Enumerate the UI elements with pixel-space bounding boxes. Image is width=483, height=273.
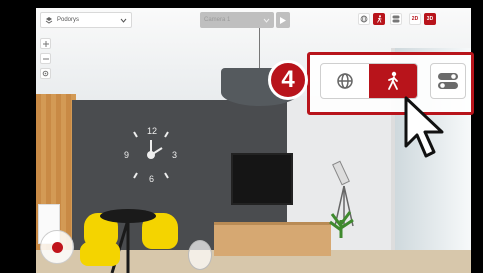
recenter-button[interactable] [40, 68, 51, 79]
chevron-down-icon [263, 18, 270, 23]
view-2d-button[interactable]: 2D [409, 13, 421, 25]
yellow-chair [80, 240, 120, 266]
camera-select-label: Camera 1 [204, 17, 231, 23]
wall-clock: 12 3 6 9 [124, 126, 177, 184]
svg-text:9: 9 [124, 150, 129, 160]
toggle-icon [392, 15, 400, 23]
play-icon [280, 16, 286, 24]
walk-mode-button-large[interactable] [369, 64, 417, 98]
svg-text:3: 3 [172, 150, 177, 160]
walk-mode-button[interactable] [373, 13, 385, 25]
decor-egg [188, 240, 212, 270]
svg-text:12: 12 [147, 126, 157, 136]
orbit-mode-button-large[interactable] [321, 64, 369, 98]
zoom-out-button[interactable] [40, 53, 51, 64]
view-3d-label: 3D [426, 16, 434, 22]
orbit-icon [337, 73, 353, 89]
plant [329, 211, 354, 238]
orbit-icon [360, 15, 368, 23]
target-icon [42, 70, 49, 77]
view-3d-button[interactable]: 3D [424, 13, 436, 25]
play-button[interactable] [276, 12, 290, 28]
walk-person-icon [388, 71, 398, 90]
settings-toggle-button[interactable] [390, 13, 402, 25]
camera-select[interactable]: Camera 1 [200, 12, 274, 28]
svg-text:6: 6 [149, 174, 154, 184]
pointer-cursor-icon [404, 96, 444, 158]
zoom-callout [307, 52, 474, 115]
record-icon [51, 241, 63, 253]
step-badge: 4 [268, 60, 308, 100]
view-2d-label: 2D [411, 16, 419, 22]
toggle-icon [438, 73, 458, 89]
chevron-down-icon [120, 18, 127, 23]
minus-icon [42, 58, 49, 59]
floor-select[interactable]: Podorys [40, 12, 132, 28]
plus-icon [42, 40, 49, 47]
orbit-mode-button[interactable] [358, 13, 370, 25]
zoom-in-button[interactable] [40, 38, 51, 49]
tv-cabinet [214, 222, 331, 256]
app-frame: 12 3 6 9 Podorys Camera 1 2D 3D 4 [0, 0, 483, 273]
step-number: 4 [281, 66, 295, 93]
record-button[interactable] [40, 230, 74, 264]
television [231, 153, 293, 205]
layers-icon [45, 17, 53, 24]
floor-select-label: Podorys [57, 17, 80, 23]
walk-person-icon [376, 15, 382, 23]
